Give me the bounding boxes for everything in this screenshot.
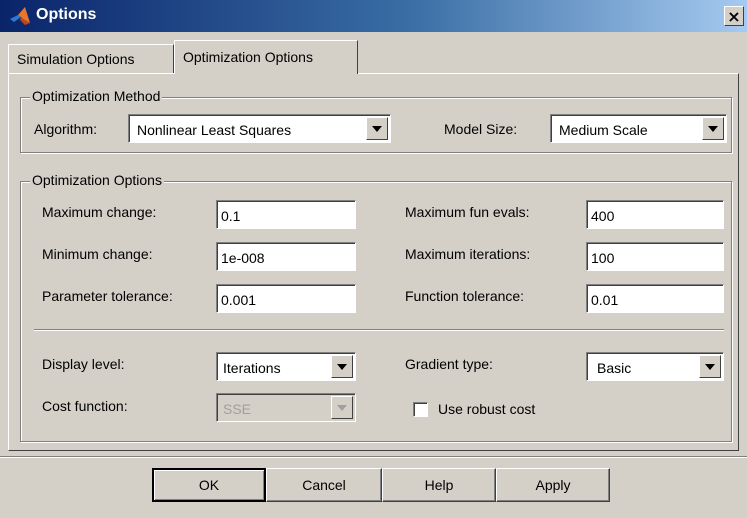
cancel-button[interactable]: Cancel: [266, 468, 382, 502]
model-size-label: Model Size:: [444, 121, 518, 137]
optimization-options-legend: Optimization Options: [30, 172, 164, 188]
algorithm-select[interactable]: Nonlinear Least Squares: [128, 114, 391, 143]
separator: [34, 329, 724, 331]
max-change-field[interactable]: 0.1: [216, 200, 356, 229]
chevron-down-icon: [372, 126, 382, 132]
apply-label: Apply: [535, 477, 571, 493]
help-label: Help: [424, 477, 454, 493]
model-size-select[interactable]: Medium Scale: [550, 114, 727, 143]
tab-simulation-options[interactable]: Simulation Options: [8, 44, 174, 74]
max-iterations-label: Maximum iterations:: [405, 246, 531, 262]
model-size-value: Medium Scale: [559, 122, 648, 138]
apply-button[interactable]: Apply: [496, 468, 610, 502]
max-fun-evals-label: Maximum fun evals:: [405, 204, 530, 220]
algorithm-value: Nonlinear Least Squares: [137, 122, 292, 138]
tab-label: Simulation Options: [17, 51, 135, 67]
cost-function-select[interactable]: SSE: [216, 393, 356, 422]
title-bar: Options ×: [0, 0, 747, 32]
parameter-tolerance-label: Parameter tolerance:: [42, 288, 173, 304]
help-button[interactable]: Help: [382, 468, 496, 502]
dropdown-button[interactable]: [331, 355, 353, 378]
separator: [0, 456, 747, 458]
ok-label: OK: [198, 477, 220, 493]
display-level-label: Display level:: [42, 356, 125, 372]
max-iterations-field[interactable]: 100: [586, 242, 724, 271]
cost-function-value: SSE: [223, 401, 252, 417]
use-robust-cost-label: Use robust cost: [438, 401, 536, 417]
tab-optimization-options[interactable]: Optimization Options: [174, 40, 358, 74]
cancel-label: Cancel: [302, 477, 346, 493]
dropdown-button[interactable]: [699, 355, 721, 378]
chevron-down-icon: [337, 364, 347, 370]
ok-button[interactable]: OK: [152, 468, 266, 502]
dropdown-button[interactable]: [331, 396, 353, 419]
display-level-select[interactable]: Iterations: [216, 352, 356, 381]
dropdown-button[interactable]: [366, 117, 388, 140]
parameter-tolerance-field[interactable]: 0.001: [216, 284, 356, 313]
gradient-type-label: Gradient type:: [405, 356, 493, 372]
use-robust-cost-checkbox[interactable]: [413, 402, 428, 417]
max-change-label: Maximum change:: [42, 204, 157, 220]
window-title: Options: [36, 6, 97, 23]
algorithm-label: Algorithm:: [34, 121, 98, 137]
chevron-down-icon: [337, 405, 347, 411]
display-level-value: Iterations: [223, 360, 281, 376]
chevron-down-icon: [708, 126, 718, 132]
gradient-type-select[interactable]: Basic: [586, 352, 724, 381]
tab-label: Optimization Options: [183, 49, 313, 65]
close-icon: ×: [727, 7, 741, 26]
cost-function-label: Cost function:: [42, 398, 128, 414]
function-tolerance-label: Function tolerance:: [405, 288, 525, 304]
min-change-label: Minimum change:: [42, 246, 153, 262]
dropdown-button[interactable]: [702, 117, 724, 140]
min-change-field[interactable]: 1e-008: [216, 242, 356, 271]
optimization-method-legend: Optimization Method: [30, 88, 163, 104]
function-tolerance-field[interactable]: 0.01: [586, 284, 724, 313]
max-fun-evals-field[interactable]: 400: [586, 200, 724, 229]
close-button[interactable]: ×: [724, 6, 744, 26]
gradient-type-value: Basic: [597, 360, 632, 376]
matlab-logo-icon: [9, 6, 31, 31]
chevron-down-icon: [705, 364, 715, 370]
